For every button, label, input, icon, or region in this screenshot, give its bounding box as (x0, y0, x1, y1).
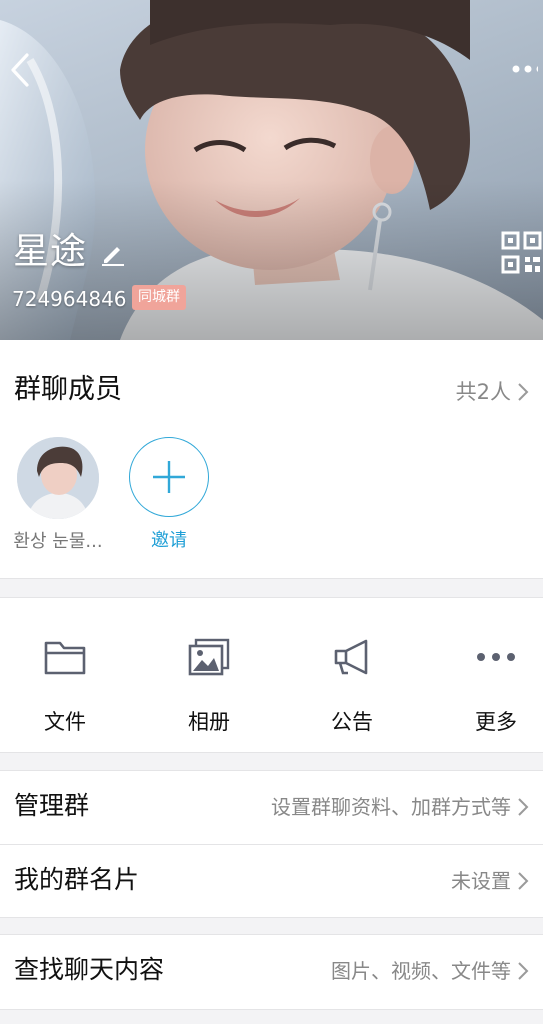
my-group-card-value: 未设置 (451, 869, 511, 893)
qr-code-button[interactable] (500, 230, 543, 278)
search-chat-value: 图片、视频、文件等 (331, 959, 511, 983)
plus-icon (153, 461, 185, 493)
album-action[interactable]: 相册 (154, 634, 264, 736)
quick-actions: 文件 相册 公告 更多 (0, 597, 543, 753)
more-label: 更多 (475, 710, 517, 734)
manage-group-value: 设置群聊资料、加群方式等 (271, 795, 511, 819)
edit-name-button[interactable] (98, 238, 128, 268)
group-header: 星途 724964846 同城群 (0, 0, 543, 340)
search-chat-label: 查找聊天内容 (14, 955, 165, 984)
local-group-badge: 同城群 (132, 285, 186, 310)
search-chat-row[interactable]: 查找聊天内容 图片、视频、文件等 (0, 935, 543, 1009)
my-group-card-label: 我的群名片 (14, 865, 140, 894)
group-members-section: 群聊成员 共2人 환상 눈물... 邀请 (0, 340, 543, 579)
album-label: 相册 (188, 710, 230, 734)
pencil-edit-icon (102, 247, 124, 266)
manage-group-row[interactable]: 管理群 设置群聊资料、加群方式等 (0, 771, 543, 844)
manage-group-label: 管理群 (14, 791, 90, 820)
folder-icon (44, 641, 86, 675)
settings-group: 管理群 设置群聊资料、加群方式等 我的群名片 未设置 (0, 770, 543, 918)
chevron-right-icon (518, 872, 529, 890)
notice-action[interactable]: 公告 (297, 634, 407, 736)
files-action[interactable]: 文件 (10, 634, 120, 736)
more-horizontal-icon (477, 653, 515, 661)
members-count: 共2人 (455, 380, 511, 404)
megaphone-icon (334, 639, 368, 675)
member-name: 환상 눈물... (13, 531, 103, 552)
qr-code-icon (501, 231, 542, 274)
more-dots-icon (512, 65, 538, 73)
invite-button[interactable]: 邀请 (119, 437, 219, 553)
my-group-card-row[interactable]: 我的群名片 未设置 (0, 844, 543, 917)
chevron-right-icon (518, 383, 529, 401)
group-id: 724964846 (12, 287, 127, 311)
avatar (17, 437, 99, 519)
invite-circle (129, 437, 209, 517)
members-title: 群聊成员 (14, 374, 122, 405)
notice-label: 公告 (331, 710, 373, 734)
files-label: 文件 (44, 710, 86, 734)
chevron-right-icon (518, 962, 529, 980)
more-action[interactable]: 更多 (441, 634, 543, 736)
chevron-right-icon (518, 798, 529, 816)
members-count-link[interactable]: 共2人 (456, 378, 529, 406)
search-group: 查找聊天内容 图片、视频、文件等 (0, 934, 543, 1010)
group-name: 星途 (13, 231, 88, 272)
back-button[interactable] (2, 48, 38, 92)
photo-album-icon (188, 638, 230, 676)
member-item[interactable]: 환상 눈물... (8, 437, 108, 554)
more-options-button[interactable] (508, 54, 542, 84)
invite-label: 邀请 (151, 530, 187, 551)
back-arrow-icon (11, 53, 29, 87)
